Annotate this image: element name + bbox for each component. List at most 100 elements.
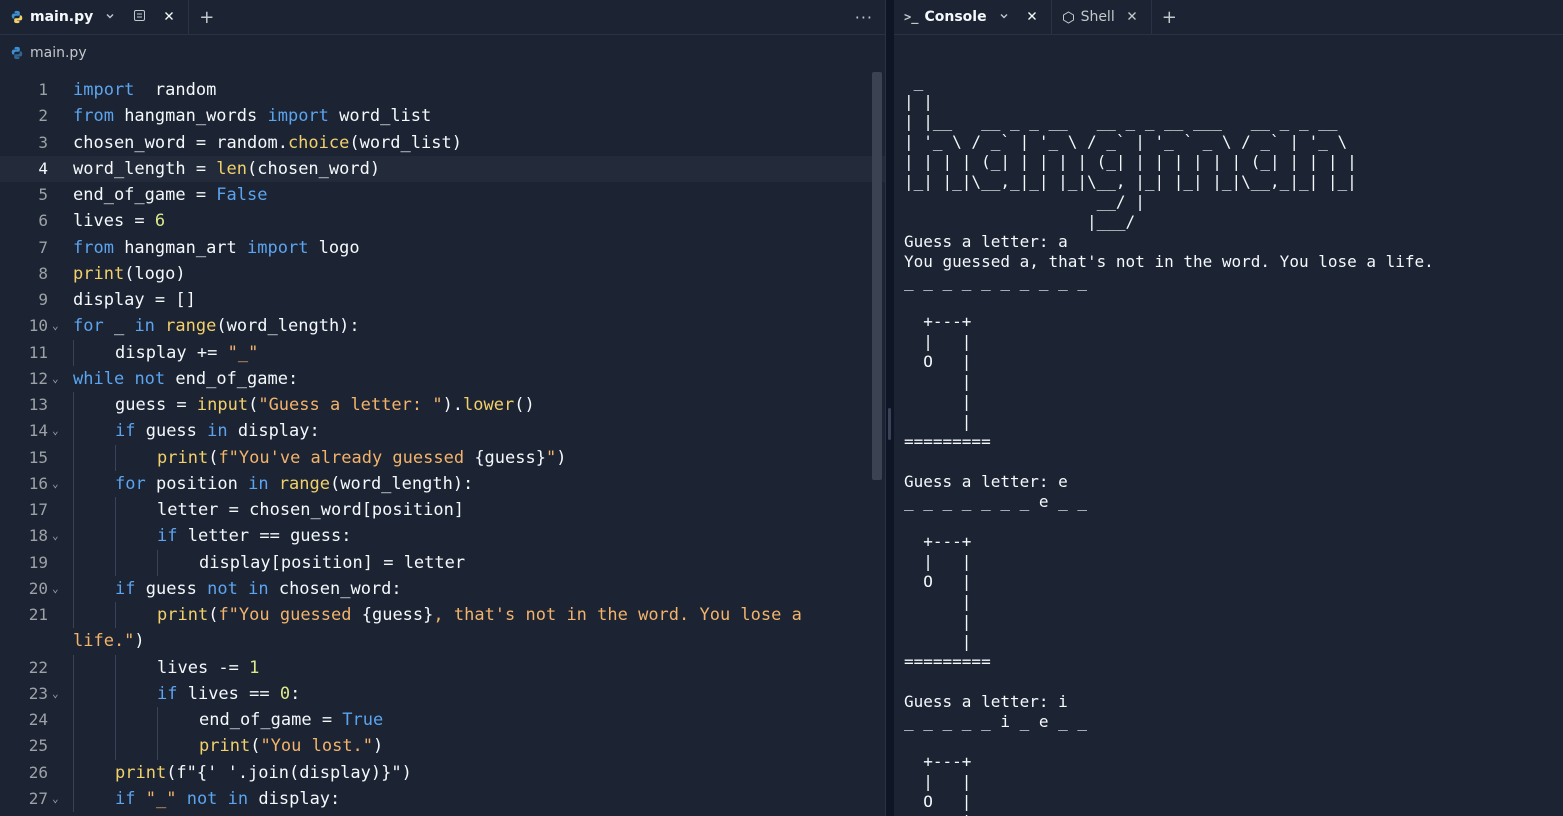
indent-guide xyxy=(73,497,74,524)
pane-divider[interactable] xyxy=(886,0,894,816)
code-line[interactable]: 19 display[position] = letter xyxy=(0,549,885,576)
code-line[interactable]: 9 display = [] xyxy=(0,287,885,313)
add-tab-button[interactable]: + xyxy=(1152,7,1187,28)
code-token: end_of_game = xyxy=(199,710,343,730)
line-number: 11 xyxy=(28,342,48,362)
code-token: (f"{' '.join(display)}") xyxy=(166,762,412,783)
code-token: " xyxy=(545,447,557,468)
fold-chevron-icon[interactable]: ⌄ xyxy=(52,366,59,392)
fold-chevron-icon[interactable]: ⌄ xyxy=(52,523,59,549)
code-text: life.") xyxy=(73,628,145,654)
code-line[interactable]: 24 end_of_game = True xyxy=(0,707,885,734)
code-line[interactable]: life.") xyxy=(0,628,885,654)
fold-chevron-icon[interactable]: ⌄ xyxy=(52,313,59,339)
line-number: 21 xyxy=(28,605,48,624)
code-line[interactable]: 26 print(f"{' '.join(display)}") xyxy=(0,759,885,786)
code-line[interactable]: 13 guess = input("Guess a letter: ").lowe… xyxy=(0,392,885,419)
code-line[interactable]: 8 print(logo) xyxy=(0,261,885,287)
fold-chevron-icon[interactable]: ⌄ xyxy=(52,786,59,812)
resize-handle[interactable] xyxy=(888,408,891,440)
code-token: display: xyxy=(227,421,320,442)
code-line[interactable]: 7 from hangman_art import logo xyxy=(0,235,885,261)
indent-guide xyxy=(115,680,116,707)
editor-pane: main.py + ··· main.py 1 import random 2 fro… xyxy=(0,0,886,816)
chevron-down-icon[interactable] xyxy=(99,10,121,25)
code-line[interactable]: 4 word_length = len(chosen_word) xyxy=(0,155,885,182)
console-output[interactable]: _ | | | |__ __ _ _ __ __ _ _ __ ___ __ _… xyxy=(904,72,1563,816)
code-line[interactable]: 1 import random xyxy=(0,77,885,103)
code-line[interactable]: 2 from hangman_words import word_list xyxy=(0,103,885,129)
line-number: 27 xyxy=(28,788,48,808)
code-line[interactable]: 12 ⌄ while not end_of_game: xyxy=(0,366,885,392)
code-line[interactable]: 22 lives -= 1 xyxy=(0,654,885,681)
code-line[interactable]: 25 print("You lost.") xyxy=(0,733,885,760)
code-line[interactable]: 18 ⌄ if letter == guess: xyxy=(0,523,885,550)
indent-guide xyxy=(73,759,74,786)
code-token: ( xyxy=(208,447,219,468)
tab-shell[interactable]: Shell xyxy=(1052,0,1151,34)
indent-guide xyxy=(115,733,116,760)
indent-guide xyxy=(115,602,116,629)
chevron-down-icon[interactable] xyxy=(993,10,1015,25)
code-token: lives == xyxy=(177,683,280,704)
code-line[interactable]: 14 ⌄ if guess in display: xyxy=(0,418,885,445)
code-line[interactable]: 10 ⌄ for _ in range(word_length): xyxy=(0,313,885,339)
code-line[interactable]: 27 ⌄ if "_" not in display: xyxy=(0,785,885,812)
code-token: ) xyxy=(556,447,567,468)
code-token: end_of_game = xyxy=(73,185,217,205)
fold-chevron-icon[interactable]: ⌄ xyxy=(52,471,59,497)
indent-guide xyxy=(115,497,116,524)
code-line[interactable]: 16 ⌄ for position in range(word_length): xyxy=(0,470,885,497)
code-token: if xyxy=(115,578,136,599)
close-icon[interactable] xyxy=(158,10,180,25)
code-line[interactable]: 20 ⌄ if guess not in chosen_word: xyxy=(0,575,885,602)
tab-console[interactable]: >_ Console xyxy=(894,0,1051,34)
code-line[interactable]: 15 print(f"You've already guessed {guess}… xyxy=(0,444,885,471)
code-token: display: xyxy=(248,788,341,809)
code-line[interactable]: 17 letter = chosen_word[position] xyxy=(0,497,885,524)
code-line[interactable]: 6 lives = 6 xyxy=(0,208,885,234)
code-text: for _ in range(word_length): xyxy=(73,313,360,339)
code-line[interactable]: 21 print(f"You guessed {guess}, that's no… xyxy=(0,602,885,629)
fold-chevron-icon[interactable]: ⌄ xyxy=(52,576,59,602)
close-icon[interactable] xyxy=(1121,10,1143,25)
code-token: while xyxy=(73,368,125,389)
code-token: import xyxy=(247,237,309,258)
breadcrumb-file[interactable]: main.py xyxy=(30,45,87,61)
code-token: if xyxy=(115,788,136,809)
close-icon[interactable] xyxy=(1021,10,1043,25)
code-token: {guess} xyxy=(474,447,546,468)
code-text: if lives == 0: xyxy=(157,681,300,707)
code-token: if xyxy=(157,526,178,547)
editor-scrollbar[interactable] xyxy=(872,72,882,480)
code-token: in xyxy=(134,316,155,337)
fold-chevron-icon[interactable]: ⌄ xyxy=(52,418,59,444)
code-line[interactable]: 23 ⌄ if lives == 0: xyxy=(0,680,885,707)
code-token: display[position] = letter xyxy=(199,552,466,573)
line-number: 7 xyxy=(38,237,48,257)
code-editor[interactable]: 1 import random 2 from hangman_words import… xyxy=(0,72,885,816)
code-text: from hangman_words import word_list xyxy=(73,103,431,129)
indent-guide xyxy=(73,602,74,629)
code-text: display = [] xyxy=(73,287,196,313)
add-tab-button[interactable]: + xyxy=(189,7,224,28)
code-token: not xyxy=(134,368,166,389)
code-line[interactable]: 3 chosen_word = random.choice(word_list) xyxy=(0,130,885,156)
more-options-icon[interactable]: ··· xyxy=(843,8,885,27)
tab-main-py[interactable]: main.py xyxy=(0,0,188,34)
code-token: word_list xyxy=(328,106,432,127)
indent-guide xyxy=(73,707,74,734)
code-token: import xyxy=(267,106,329,127)
code-line[interactable]: 5 end_of_game = False xyxy=(0,182,885,208)
file-history-icon[interactable] xyxy=(127,9,152,26)
code-token: len xyxy=(216,158,248,179)
indent-guide xyxy=(73,733,74,760)
code-token: lives = xyxy=(73,211,155,232)
indent-guide xyxy=(115,523,116,550)
python-icon xyxy=(11,10,23,24)
code-text: end_of_game = True xyxy=(199,707,383,733)
code-line[interactable]: 11 display += "_" xyxy=(0,339,885,366)
breadcrumb: main.py xyxy=(0,35,885,71)
code-token: guess = xyxy=(115,395,197,415)
fold-chevron-icon[interactable]: ⌄ xyxy=(52,681,59,707)
